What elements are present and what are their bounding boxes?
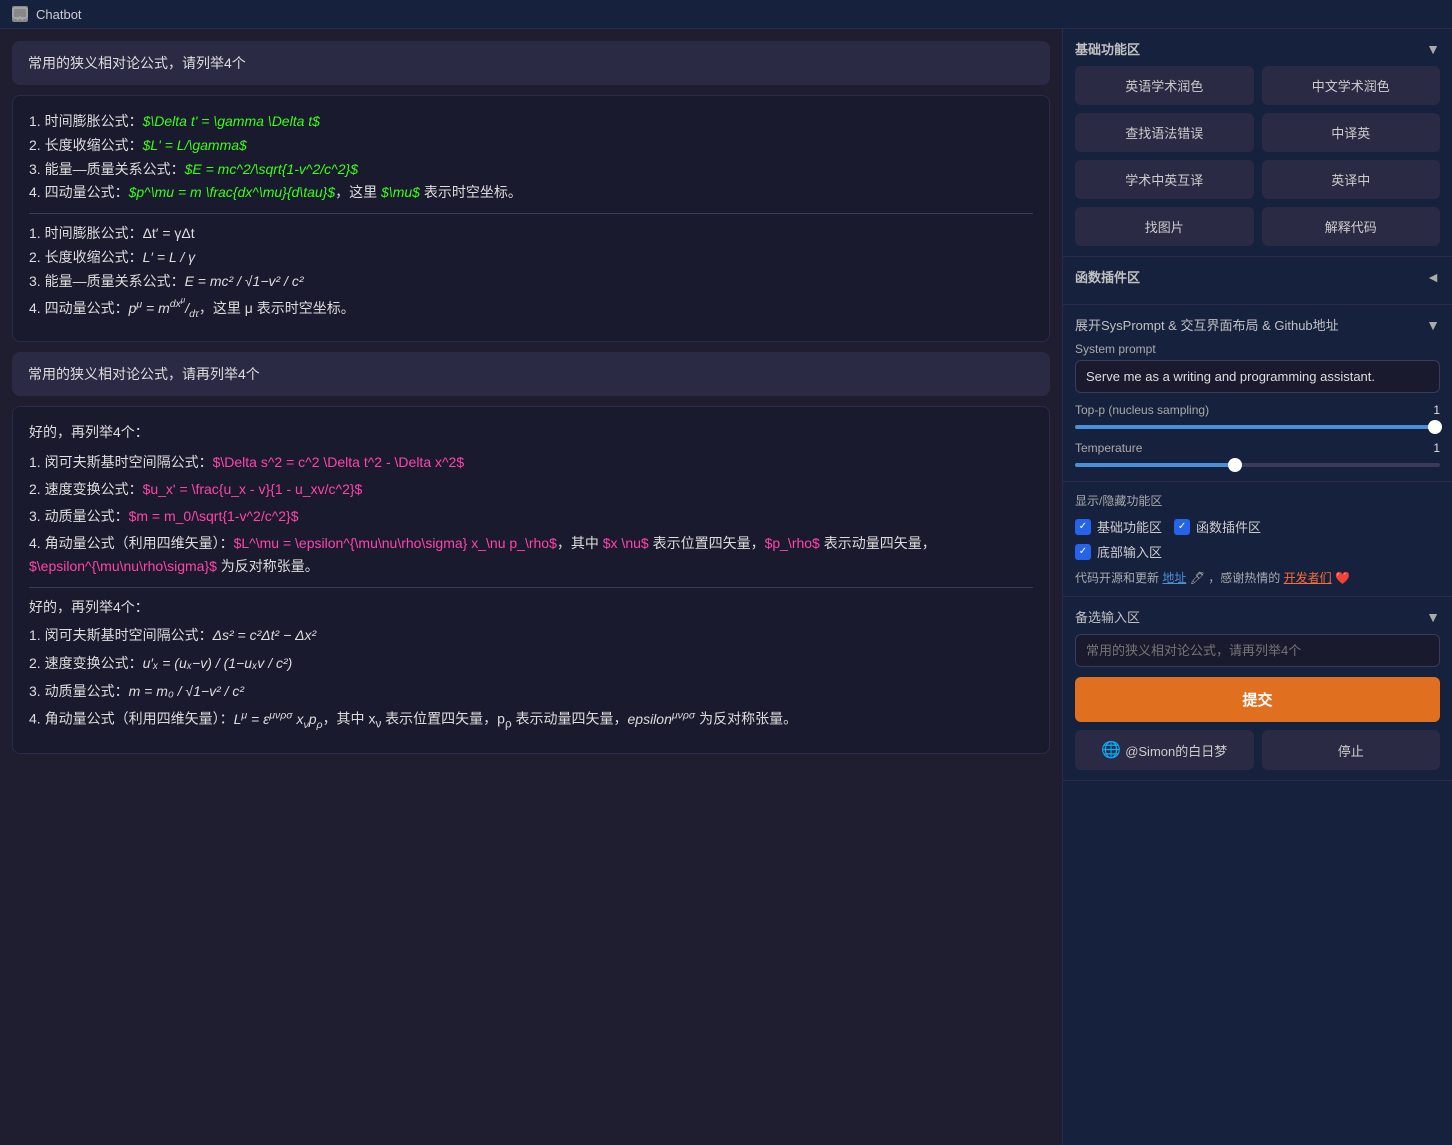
link-row: 代码开源和更新 地址 🖊 ，感谢热情的 开发者们 ❤️ (1075, 569, 1440, 586)
show-hide-label: 显示/隐藏功能区 (1075, 492, 1440, 509)
contributors-link[interactable]: 开发者们 (1284, 571, 1332, 585)
stop-label: 停止 (1338, 741, 1364, 760)
checkbox-plugin[interactable]: ✓ 函数插件区 (1174, 517, 1261, 536)
backup-input-title: 备选输入区 (1075, 607, 1140, 626)
btn-find-image[interactable]: 找图片 (1075, 207, 1254, 246)
sidebar: 基础功能区 ▼ 英语学术润色 中文学术润色 查找语法错误 中译英 学术中英互译 … (1062, 29, 1452, 1145)
heart-icon: ❤️ (1335, 571, 1350, 585)
btn-find-grammar[interactable]: 查找语法错误 (1075, 113, 1254, 152)
reset-label: @Simon的白日梦 (1125, 741, 1227, 760)
code-open-text: 代码开源和更新 (1075, 571, 1159, 585)
temperature-value: 1 (1420, 441, 1440, 455)
sysprompt-section: 展开SysPrompt & 交互界面布局 & Github地址 ▼ System… (1063, 305, 1452, 482)
checkbox-plugin-box[interactable]: ✓ (1174, 519, 1190, 535)
btn-explain-code[interactable]: 解释代码 (1262, 207, 1441, 246)
top-p-slider-track[interactable] (1075, 425, 1440, 429)
btn-english-academic[interactable]: 英语学术润色 (1075, 66, 1254, 105)
backup-input-header: 备选输入区 ▼ (1075, 607, 1440, 626)
thanks-text: 🖊 (1190, 571, 1205, 585)
backup-input-field[interactable] (1075, 634, 1440, 667)
checkbox-row-2: ✓ 底部输入区 (1075, 542, 1440, 561)
backup-input-section: 备选输入区 ▼ 提交 🌐 @Simon的白日梦 停止 (1063, 597, 1452, 781)
plugin-area-arrow[interactable]: ◄ (1426, 269, 1440, 285)
checkbox-bottom-label: 底部输入区 (1097, 542, 1162, 561)
temperature-row: Temperature 1 (1075, 441, 1440, 455)
checkbox-bottom-box[interactable]: ✓ (1075, 544, 1091, 560)
checkbox-basic-label: 基础功能区 (1097, 517, 1162, 536)
temperature-slider-track[interactable] (1075, 463, 1440, 467)
raw-formulas-1: 1. 时间膨胀公式：$\Delta t' = \gamma \Delta t$ … (29, 110, 1033, 205)
thanks-separator: ，感谢热情的 (1208, 571, 1280, 585)
plugin-area-title: 函数插件区 (1075, 267, 1140, 286)
system-prompt-label: System prompt (1075, 342, 1440, 356)
bottom-buttons: 🌐 @Simon的白日梦 停止 (1075, 730, 1440, 770)
plugin-area-header: 函数插件区 ◄ (1075, 267, 1440, 286)
link-anchor[interactable]: 地址 (1162, 571, 1186, 585)
basic-functions-arrow[interactable]: ▼ (1426, 41, 1440, 57)
basic-functions-header: 基础功能区 ▼ (1075, 39, 1440, 58)
user-message-2: 常用的狭义相对论公式，请再列举4个 (12, 352, 1050, 396)
chatbot-icon (12, 6, 28, 22)
chat-area: 常用的狭义相对论公式，请列举4个 1. 时间膨胀公式：$\Delta t' = … (0, 29, 1062, 1145)
weibo-icon: 🌐 (1101, 740, 1121, 760)
raw-formulas-2: 1. 闵可夫斯基时空间隔公式：$\Delta s^2 = c^2 \Delta … (29, 451, 1033, 579)
basic-functions-section: 基础功能区 ▼ 英语学术润色 中文学术润色 查找语法错误 中译英 学术中英互译 … (1063, 29, 1452, 257)
sysprompt-title: 展开SysPrompt & 交互界面布局 & Github地址 (1075, 315, 1339, 334)
assistant-intro: 好的，再列举4个： (29, 421, 1033, 445)
sysprompt-header: 展开SysPrompt & 交互界面布局 & Github地址 ▼ (1075, 315, 1440, 334)
submit-button[interactable]: 提交 (1075, 677, 1440, 722)
basic-functions-grid: 英语学术润色 中文学术润色 查找语法错误 中译英 学术中英互译 英译中 找图片 … (1075, 66, 1440, 246)
btn-en-to-zh[interactable]: 英译中 (1262, 160, 1441, 199)
main-layout: 常用的狭义相对论公式，请列举4个 1. 时间膨胀公式：$\Delta t' = … (0, 29, 1452, 1145)
checkbox-bottom[interactable]: ✓ 底部输入区 (1075, 542, 1162, 561)
top-bar: Chatbot (0, 0, 1452, 29)
rendered-formulas-2: 1. 闵可夫斯基时空间隔公式：Δs² = c²Δt² − Δx² 2. 速度变换… (29, 624, 1033, 735)
sysprompt-arrow[interactable]: ▼ (1426, 317, 1440, 333)
app-title: Chatbot (36, 7, 82, 22)
rendered-formulas-1: 1. 时间膨胀公式：Δt′ = γΔt 2. 长度收缩公式：L′ = L / γ… (29, 222, 1033, 323)
top-p-label: Top-p (nucleus sampling) (1075, 403, 1412, 417)
checkbox-row-1: ✓ 基础功能区 ✓ 函数插件区 (1075, 517, 1440, 536)
assistant-message-1: 1. 时间膨胀公式：$\Delta t' = \gamma \Delta t$ … (12, 95, 1050, 342)
basic-functions-title: 基础功能区 (1075, 39, 1140, 58)
plugin-area-section: 函数插件区 ◄ (1063, 257, 1452, 305)
assistant-message-2: 好的，再列举4个： 1. 闵可夫斯基时空间隔公式：$\Delta s^2 = c… (12, 406, 1050, 753)
top-p-value: 1 (1420, 403, 1440, 417)
btn-zh-to-en[interactable]: 中译英 (1262, 113, 1441, 152)
checkbox-basic-box[interactable]: ✓ (1075, 519, 1091, 535)
btn-academic-bilingual[interactable]: 学术中英互译 (1075, 160, 1254, 199)
top-p-row: Top-p (nucleus sampling) 1 (1075, 403, 1440, 417)
user-message-1: 常用的狭义相对论公式，请列举4个 (12, 41, 1050, 85)
checkbox-basic[interactable]: ✓ 基础功能区 (1075, 517, 1162, 536)
backup-input-arrow[interactable]: ▼ (1426, 609, 1440, 625)
checkbox-plugin-label: 函数插件区 (1196, 517, 1261, 536)
show-hide-section: 显示/隐藏功能区 ✓ 基础功能区 ✓ 函数插件区 ✓ 底部输入区 代码开源和更新 (1063, 482, 1452, 597)
system-prompt-value[interactable]: Serve me as a writing and programming as… (1075, 360, 1440, 393)
stop-button[interactable]: 停止 (1262, 730, 1441, 770)
btn-chinese-academic[interactable]: 中文学术润色 (1262, 66, 1441, 105)
reset-button[interactable]: 🌐 @Simon的白日梦 (1075, 730, 1254, 770)
temperature-label: Temperature (1075, 441, 1412, 455)
